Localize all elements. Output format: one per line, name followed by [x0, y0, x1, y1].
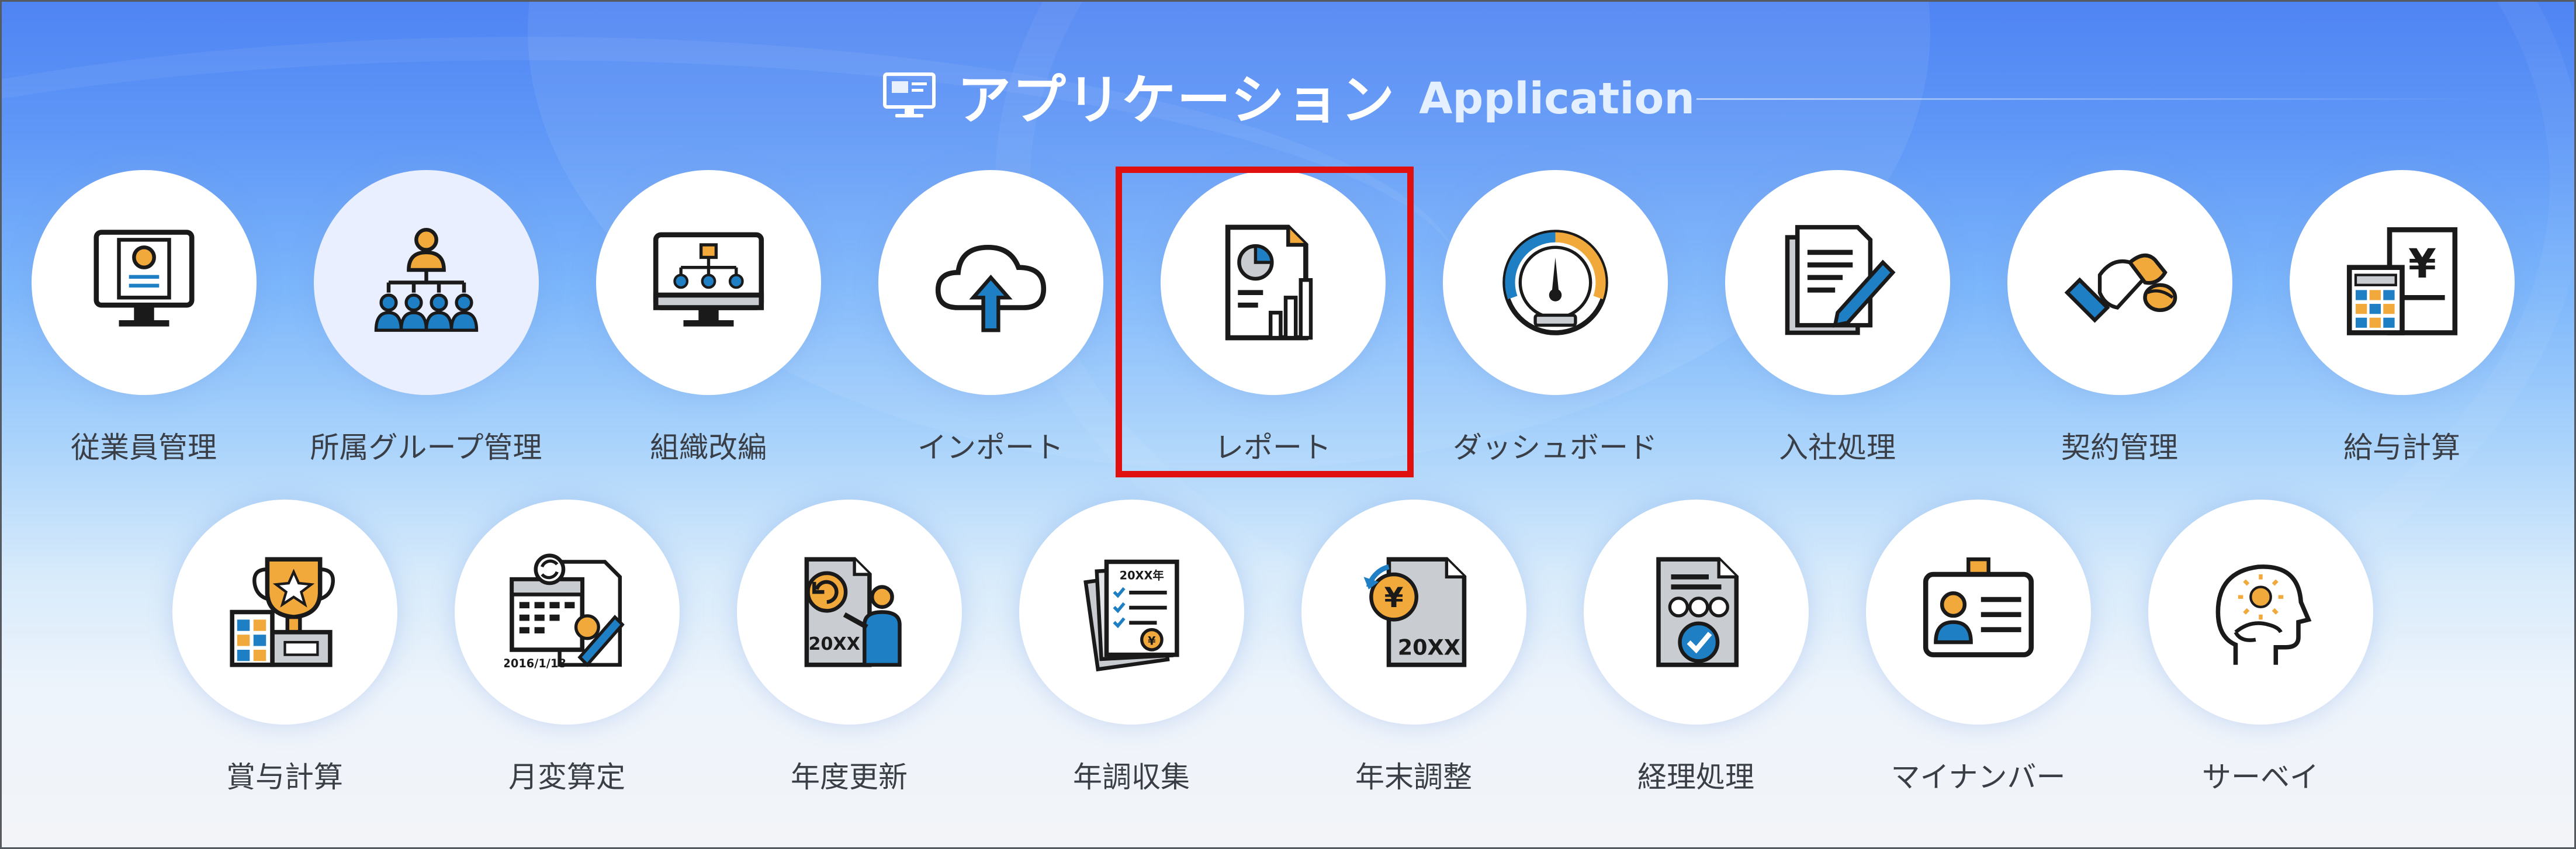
head-sun-icon [2215, 564, 2311, 665]
app-label: 契約管理 [2061, 431, 2178, 465]
app-label: 組織改編 [650, 431, 767, 465]
svg-text:¥: ¥ [2408, 241, 2436, 287]
app-label: インポート [917, 431, 1064, 465]
calculator-yen-icon: ¥ [2346, 227, 2457, 335]
app-icon-circle [172, 500, 397, 725]
app-group-management[interactable]: 所属グループ管理 [309, 170, 543, 474]
header-divider [1696, 98, 2491, 100]
svg-text:2016/1/18: 2016/1/18 [504, 657, 566, 670]
app-import[interactable]: インポート [874, 170, 1107, 474]
handshake-icon [2064, 254, 2177, 323]
app-my-number[interactable]: マイナンバー [1861, 500, 2095, 803]
id-card-icon [1923, 557, 2034, 657]
app-onboarding[interactable]: 入社処理 [1720, 170, 1954, 474]
svg-text:20XX年: 20XX年 [1119, 569, 1164, 583]
page-subtitle: Application [1419, 74, 1695, 124]
application-panel: アプリケーション Application 従業員管理 所属グループ管理 組織改編… [0, 0, 2576, 849]
app-icon-circle [31, 170, 257, 395]
monitor-icon [882, 72, 936, 117]
app-icon-circle: 2016/1/18 [454, 500, 680, 725]
svg-text:¥: ¥ [1148, 634, 1156, 647]
app-annual-update[interactable]: 20XX 年度更新 [732, 500, 966, 803]
app-accounting[interactable]: 経理処理 [1579, 500, 1813, 803]
app-label: ダッシュボード [1453, 431, 1657, 465]
svg-text:¥: ¥ [1384, 582, 1403, 614]
app-label: 月変算定 [508, 760, 625, 794]
app-contract-management[interactable]: 契約管理 [2003, 170, 2236, 474]
calendar-pen-icon: 2016/1/18 [504, 553, 625, 670]
employee-monitor-icon [94, 230, 194, 327]
app-icon-circle: ¥ 20XX [1301, 500, 1526, 725]
year-adjust-docs-icon: 20XX年 ¥ [1083, 559, 1179, 672]
app-year-end-adjustment[interactable]: ¥ 20XX 年末調整 [1297, 500, 1531, 803]
app-icon-circle: 20XX年 ¥ [1019, 500, 1244, 725]
org-group-icon [374, 227, 478, 332]
section-header: アプリケーション Application [2, 57, 2574, 133]
yen-document-icon: ¥ 20XX [1363, 557, 1466, 667]
cloud-upload-icon [935, 244, 1046, 332]
trophy-icon [229, 557, 335, 667]
app-bonus-calculation[interactable]: 賞与計算 [168, 500, 401, 803]
app-icon-circle [2148, 500, 2373, 725]
app-icon-circle: 20XX [736, 500, 962, 725]
app-label: 経理処理 [1637, 760, 1754, 794]
app-survey[interactable]: サーベイ [2144, 500, 2377, 803]
app-label: サーベイ [2202, 760, 2319, 794]
app-icon-circle [2007, 170, 2232, 395]
page-title: アプリケーション [957, 68, 1396, 131]
accounting-doc-icon [1656, 557, 1739, 667]
app-label: 年末調整 [1355, 760, 1472, 794]
app-label: 年度更新 [791, 760, 908, 794]
svg-text:20XX: 20XX [808, 634, 860, 654]
app-icon-circle [313, 170, 539, 395]
app-dashboard[interactable]: ダッシュボード [1438, 170, 1672, 474]
app-label: 所属グループ管理 [310, 431, 542, 465]
gauge-icon [1502, 230, 1608, 335]
org-chart-monitor-icon [653, 232, 764, 327]
app-icon-circle [1865, 500, 2091, 725]
app-payroll[interactable]: ¥ 給与計算 [2285, 170, 2519, 474]
year-update-icon: 20XX [804, 557, 902, 667]
app-icon-circle [1583, 500, 1809, 725]
app-icon-circle [878, 170, 1103, 395]
app-label: 入社処理 [1779, 431, 1896, 465]
app-icon-circle [1442, 170, 1668, 395]
app-icon-circle [1725, 170, 1950, 395]
document-pen-icon [1785, 225, 1896, 335]
app-label: 従業員管理 [71, 431, 217, 465]
svg-text:20XX: 20XX [1397, 635, 1460, 660]
app-label: マイナンバー [1891, 760, 2066, 794]
app-icon-circle: ¥ [2289, 170, 2515, 395]
app-year-end-collection[interactable]: 20XX年 ¥ 年調収集 [1015, 500, 1248, 803]
selected-app-highlight [1116, 167, 1414, 477]
app-label: 給与計算 [2343, 431, 2460, 465]
app-icon-circle [595, 170, 821, 395]
app-label: 年調収集 [1073, 760, 1190, 794]
app-employee-management[interactable]: 従業員管理 [27, 170, 261, 474]
app-monthly-revision[interactable]: 2016/1/18 月変算定 [450, 500, 684, 803]
app-label: 賞与計算 [226, 760, 343, 794]
app-reorganization[interactable]: 組織改編 [591, 170, 825, 474]
